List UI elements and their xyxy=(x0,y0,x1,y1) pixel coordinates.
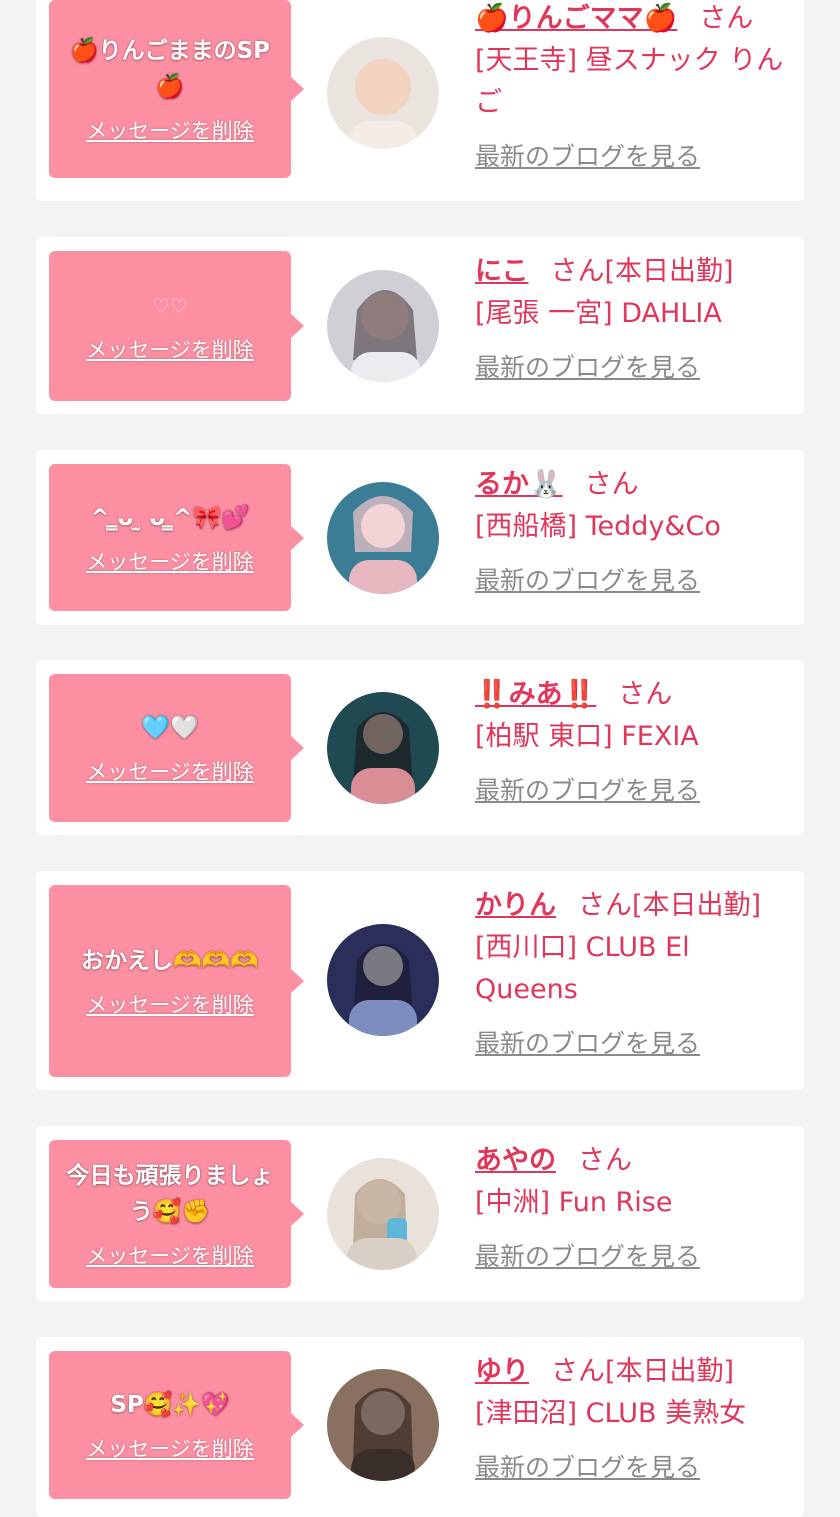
shop-name: [津田沼] CLUB 美熟女 xyxy=(475,1398,747,1429)
message-card: 🩵🤍 メッセージを削除 ‼️みあ‼️ さん [柏駅 東口] FEXIA 最新のブロ… xyxy=(36,660,804,835)
woman-avatar-icon xyxy=(327,1369,439,1481)
name-line: あやの さん xyxy=(475,1140,795,1182)
avatar[interactable] xyxy=(327,1369,439,1481)
sender-info: るか🐰 さん [西船橋] Teddy&Co 最新のブログを見る xyxy=(475,464,795,598)
latest-blog-link[interactable]: 最新のブログを見る xyxy=(475,351,700,385)
shop-name: [柏駅 東口] FEXIA xyxy=(475,721,699,752)
message-bubble: おかえし🫶🫶🫶 メッセージを削除 xyxy=(49,885,304,1077)
name-line: にこ さん[本日出勤] xyxy=(475,251,795,293)
message-text: ♡♡ xyxy=(152,294,188,318)
honorific: さん xyxy=(584,469,639,500)
avatar[interactable] xyxy=(327,924,439,1036)
message-card: おかえし🫶🫶🫶 メッセージを削除 かりん さん[本日出勤] [西川口] CLUB … xyxy=(36,871,804,1090)
sender-name-link[interactable]: にこ xyxy=(475,256,528,287)
avatar[interactable] xyxy=(327,692,439,804)
message-card: 🍎りんごままのSP🍎 メッセージを削除 🍎りんごママ🍎 さん [天王寺] 昼スナッ… xyxy=(36,0,804,201)
attendance-status: [本日出勤] xyxy=(604,256,734,287)
sender-info: あやの さん [中洲] Fun Rise 最新のブログを見る xyxy=(475,1140,795,1274)
shop-name: [尾張 一宮] DAHLIA xyxy=(475,298,722,329)
message-text: 🩵🤍 xyxy=(141,715,199,741)
sender-name-link[interactable]: かりん xyxy=(475,890,556,921)
honorific: さん xyxy=(618,679,673,710)
sender-name-link[interactable]: ‼️みあ‼️ xyxy=(475,679,596,710)
delete-message-link[interactable]: メッセージを削除 xyxy=(86,334,254,364)
woman-avatar-icon xyxy=(327,482,439,594)
attendance-status: [本日出勤] xyxy=(632,890,762,921)
woman-avatar-icon xyxy=(327,692,439,804)
message-bubble: 今日も頑張りましょう🥰✊ メッセージを削除 xyxy=(49,1140,304,1288)
latest-blog-link[interactable]: 最新のブログを見る xyxy=(475,1240,700,1274)
message-text: SP🥰✨💖 xyxy=(110,1392,230,1418)
shop-name: [中洲] Fun Rise xyxy=(475,1187,673,1218)
delete-message-link[interactable]: メッセージを削除 xyxy=(86,1433,254,1463)
honorific: さん xyxy=(551,1356,605,1387)
latest-blog-link[interactable]: 最新のブログを見る xyxy=(475,140,700,174)
woman-avatar-icon xyxy=(327,270,439,382)
honorific: さん xyxy=(699,3,754,34)
latest-blog-link[interactable]: 最新のブログを見る xyxy=(475,564,700,598)
message-card: SP🥰✨💖 メッセージを削除 ゆり さん[本日出勤] [津田沼] CLUB 美熟女… xyxy=(36,1337,804,1517)
avatar[interactable] xyxy=(327,270,439,382)
sender-name-link[interactable]: ゆり xyxy=(475,1356,529,1387)
sender-info: かりん さん[本日出勤] [西川口] CLUB El Queens 最新のブログを… xyxy=(475,885,795,1061)
delete-message-link[interactable]: メッセージを削除 xyxy=(86,1240,254,1270)
delete-message-link[interactable]: メッセージを削除 xyxy=(86,756,254,786)
name-line: ‼️みあ‼️ さん xyxy=(475,674,795,716)
shop-name: [西船橋] Teddy&Co xyxy=(475,511,721,542)
latest-blog-link[interactable]: 最新のブログを見る xyxy=(475,1027,700,1061)
name-line: ゆり さん[本日出勤] xyxy=(475,1351,795,1393)
message-card: ♡♡ メッセージを削除 にこ さん[本日出勤] [尾張 一宮] DAHLIA 最新… xyxy=(36,237,804,414)
sender-info: にこ さん[本日出勤] [尾張 一宮] DAHLIA 最新のブログを見る xyxy=(475,251,795,385)
honorific: さん xyxy=(550,256,605,287)
sender-info: 🍎りんごママ🍎 さん [天王寺] 昼スナック りんご 最新のブログを見る xyxy=(475,0,795,174)
message-bubble: SP🥰✨💖 メッセージを削除 xyxy=(49,1351,304,1499)
name-line: かりん さん[本日出勤] xyxy=(475,885,795,927)
woman-avatar-icon xyxy=(327,1158,439,1270)
sender-name-link[interactable]: あやの xyxy=(475,1145,556,1176)
honorific: さん xyxy=(578,1145,632,1176)
sender-info: ゆり さん[本日出勤] [津田沼] CLUB 美熟女 最新のブログを見る xyxy=(475,1351,795,1485)
delete-message-link[interactable]: メッセージを削除 xyxy=(86,546,254,576)
latest-blog-link[interactable]: 最新のブログを見る xyxy=(475,774,700,808)
message-text: 🍎りんごままのSP🍎 xyxy=(69,38,271,100)
attendance-status: [本日出勤] xyxy=(605,1356,735,1387)
name-line: 🍎りんごママ🍎 さん xyxy=(475,0,795,40)
message-bubble: 🍎りんごままのSP🍎 メッセージを削除 xyxy=(49,0,304,178)
avatar[interactable] xyxy=(327,1158,439,1270)
message-text: おかえし🫶🫶🫶 xyxy=(81,948,259,974)
message-card: 今日も頑張りましょう🥰✊ メッセージを削除 あやの さん [中洲] Fun Ris… xyxy=(36,1126,804,1301)
message-card: ^ ̳ᴗ ̫ ᴗ ̳^🎀💕 メッセージを削除 るか🐰 さん [西船橋] Teddy… xyxy=(36,450,804,625)
avatar[interactable] xyxy=(327,37,439,149)
woman-avatar-icon xyxy=(327,37,439,149)
woman-avatar-icon xyxy=(327,924,439,1036)
latest-blog-link[interactable]: 最新のブログを見る xyxy=(475,1451,700,1485)
delete-message-link[interactable]: メッセージを削除 xyxy=(86,989,254,1019)
message-text: ^ ̳ᴗ ̫ ᴗ ̳^🎀💕 xyxy=(90,504,250,531)
shop-name: [西川口] CLUB El Queens xyxy=(475,932,690,1005)
shop-name: [天王寺] 昼スナック りんご xyxy=(475,45,784,118)
message-bubble: ^ ̳ᴗ ̫ ᴗ ̳^🎀💕 メッセージを削除 xyxy=(49,464,304,611)
sender-name-link[interactable]: るか🐰 xyxy=(475,469,563,500)
avatar[interactable] xyxy=(327,482,439,594)
message-bubble: ♡♡ メッセージを削除 xyxy=(49,251,304,401)
name-line: るか🐰 さん xyxy=(475,464,795,506)
message-text: 今日も頑張りましょう🥰✊ xyxy=(66,1163,274,1225)
sender-name-link[interactable]: 🍎りんごママ🍎 xyxy=(475,3,677,34)
sender-info: ‼️みあ‼️ さん [柏駅 東口] FEXIA 最新のブログを見る xyxy=(475,674,795,808)
message-bubble: 🩵🤍 メッセージを削除 xyxy=(49,674,304,822)
honorific: さん xyxy=(578,890,632,921)
delete-message-link[interactable]: メッセージを削除 xyxy=(86,115,254,145)
